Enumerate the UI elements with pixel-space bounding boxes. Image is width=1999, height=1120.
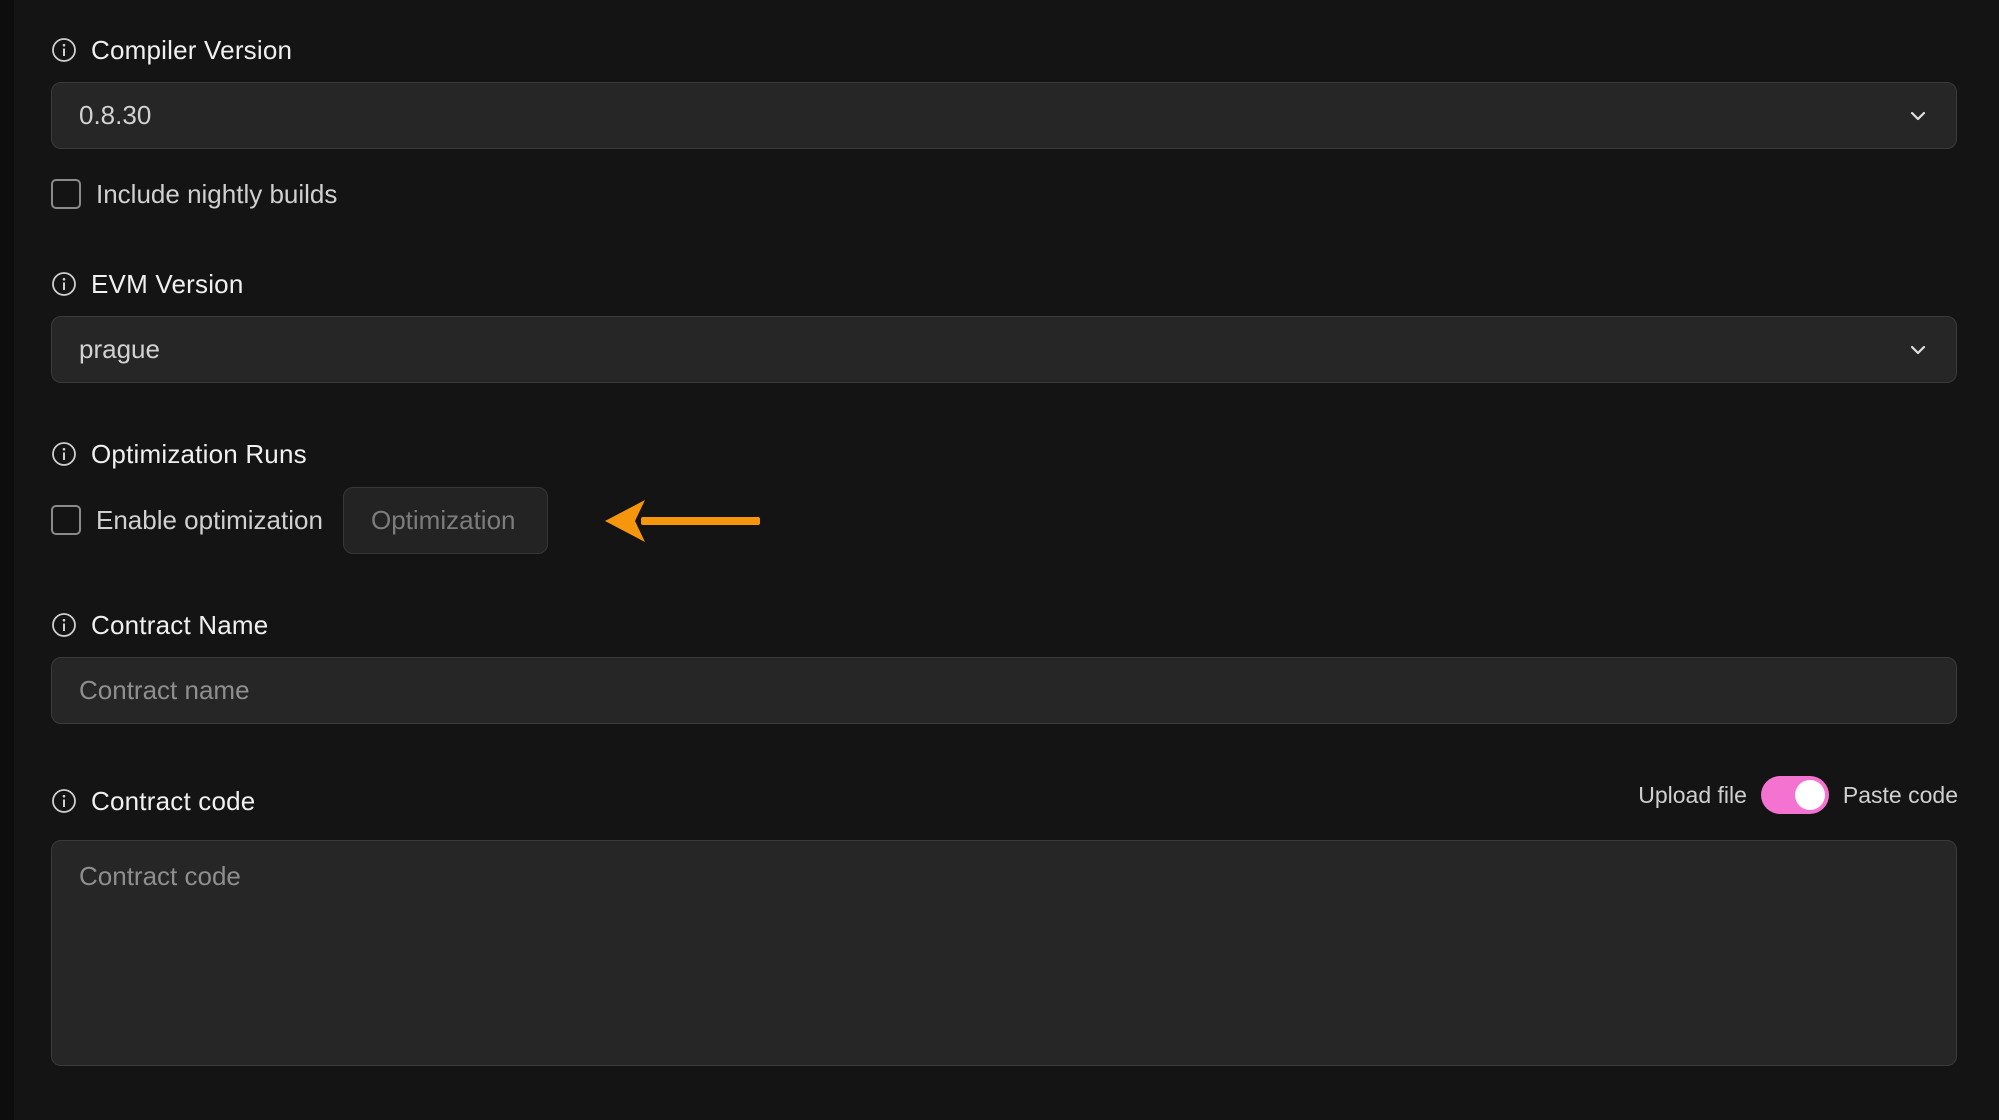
input-mode-toggle[interactable] [1760, 776, 1829, 814]
optimization-runs-label: Optimization Runs [91, 438, 307, 469]
enable-optimization-checkbox[interactable] [51, 505, 81, 535]
contract-code-placeholder: Contract code [79, 861, 241, 891]
compiler-version-label-row: Compiler Version [51, 30, 292, 70]
compiler-version-select[interactable]: 0.8.30 [51, 82, 1957, 149]
info-icon[interactable] [51, 788, 77, 814]
toggle-knob [1794, 780, 1825, 810]
contract-name-label: Contract Name [91, 609, 269, 640]
contract-name-label-row: Contract Name [51, 605, 268, 645]
include-nightly-label[interactable]: Include nightly builds [96, 179, 337, 209]
info-icon[interactable] [51, 271, 77, 297]
chevron-down-icon [1906, 104, 1930, 128]
arrow-left-icon [605, 498, 760, 544]
optimization-runs-placeholder: Optimization [371, 505, 516, 535]
paste-code-label[interactable]: Paste code [1843, 782, 1958, 809]
optimization-runs-label-row: Optimization Runs [51, 434, 307, 474]
info-icon[interactable] [51, 37, 77, 63]
include-nightly-checkbox[interactable] [51, 179, 81, 209]
evm-version-label: EVM Version [91, 268, 244, 299]
evm-version-value: prague [79, 334, 160, 364]
contract-name-input[interactable]: Contract name [51, 657, 1957, 724]
contract-code-textarea[interactable]: Contract code [51, 840, 1957, 1066]
evm-version-label-row: EVM Version [51, 264, 244, 304]
compiler-version-label: Compiler Version [91, 34, 293, 65]
optimization-runs-input[interactable]: Optimization [343, 487, 548, 554]
input-mode-toggle-row: Upload file Paste code [1638, 776, 1958, 814]
upload-file-label[interactable]: Upload file [1638, 782, 1747, 809]
info-icon[interactable] [51, 441, 77, 467]
contract-name-placeholder: Contract name [79, 675, 250, 705]
contract-code-label-row: Contract code [51, 781, 255, 821]
enable-optimization-label[interactable]: Enable optimization [96, 505, 323, 535]
evm-version-select[interactable]: prague [51, 316, 1957, 383]
compiler-version-value: 0.8.30 [79, 100, 152, 130]
contract-code-label: Contract code [91, 785, 256, 816]
chevron-down-icon [1906, 338, 1930, 362]
info-icon[interactable] [51, 612, 77, 638]
